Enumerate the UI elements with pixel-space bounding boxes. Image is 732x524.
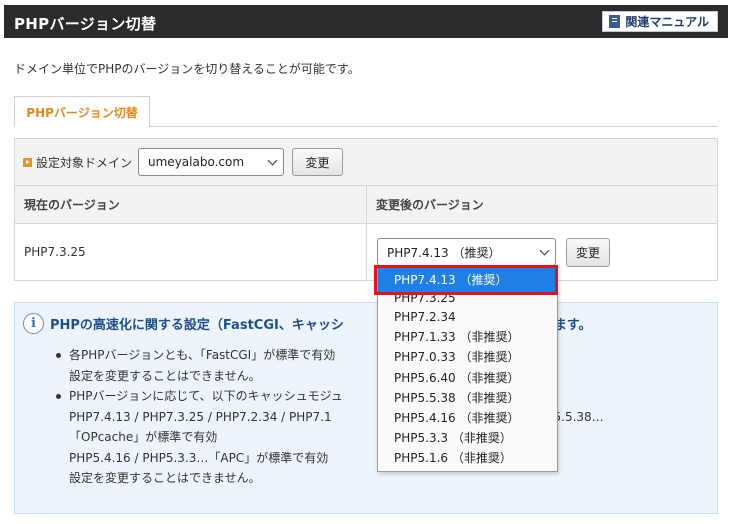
book-icon — [609, 15, 621, 28]
chevron-down-icon — [539, 245, 550, 255]
domain-label: 設定対象ドメイン — [36, 155, 133, 170]
dropdown-option[interactable]: PHP5.1.6 （非推奨） — [378, 448, 557, 468]
domain-change-button[interactable]: 変更 — [292, 148, 344, 176]
intro-text: ドメイン単位でPHPのバージョンを切り替えることが可能です。 — [14, 62, 360, 76]
info-title-left: PHPの高速化に関する設定（FastCGI、キャッシ — [50, 318, 344, 333]
arrow-right-icon — [23, 157, 32, 167]
dropdown-option[interactable]: PHP7.3.25 — [378, 293, 557, 307]
page-header: PHPバージョン切替 関連マニュアル — [0, 0, 732, 42]
version-dropdown-list: PHP7.4.13 （推奨） PHP7.3.25 PHP7.2.34 PHP7.… — [377, 266, 558, 472]
dropdown-option[interactable]: PHP5.3.3 （非推奨） — [378, 428, 557, 448]
info-box: i PHPの高速化に関する設定（FastCGI、キャッシ 効になります。 各PH… — [14, 302, 718, 514]
version-list-left: PHP7.4.13 / PHP7.3.25 / PHP7.2.34 / PHP7… — [69, 409, 332, 424]
domain-select[interactable]: umeyalabo.com — [138, 148, 285, 176]
table-header: 現在のバージョン 変更後のバージョン — [15, 186, 717, 224]
dropdown-option[interactable]: PHP7.1.33 （非推奨） — [378, 327, 557, 347]
dropdown-option[interactable]: PHP7.0.33 （非推奨） — [378, 347, 557, 367]
column-current-version: 現在のバージョン — [15, 186, 367, 223]
info-icon: i — [23, 313, 44, 334]
dropdown-option[interactable]: PHP7.2.34 — [378, 307, 557, 327]
dropdown-option-selected[interactable]: PHP7.4.13 （推奨） — [378, 267, 557, 293]
column-new-version: 変更後のバージョン — [376, 198, 484, 212]
dropdown-option[interactable]: PHP5.5.38 （非推奨） — [378, 388, 557, 408]
header-bar: PHPバージョン切替 関連マニュアル — [4, 5, 728, 38]
new-version-select-value: PHP7.4.13 （推奨） — [387, 245, 501, 260]
tab-php-version-switch[interactable]: PHPバージョン切替 — [14, 96, 150, 127]
dropdown-option[interactable]: PHP5.6.40 （非推奨） — [378, 368, 557, 388]
related-manual-label: 関連マニュアル — [625, 15, 709, 29]
current-version-value: PHP7.3.25 — [15, 224, 367, 280]
domain-select-value: umeyalabo.com — [148, 155, 245, 169]
new-version-select[interactable]: PHP7.4.13 （推奨） — [377, 238, 556, 266]
php-version-panel: 設定対象ドメイン umeyalabo.com 変更 現在のバージョン 変更後のバ… — [14, 138, 718, 281]
table-row: PHP7.3.25 PHP7.4.13 （推奨） 変更 — [15, 224, 717, 280]
chevron-down-icon — [267, 155, 278, 165]
related-manual-button[interactable]: 関連マニュアル — [602, 11, 718, 32]
page-title: PHPバージョン切替 — [14, 15, 157, 33]
domain-row: 設定対象ドメイン umeyalabo.com 変更 — [15, 139, 717, 186]
dropdown-option[interactable]: PHP5.4.16 （非推奨） — [378, 408, 557, 428]
version-change-button[interactable]: 変更 — [566, 237, 610, 267]
